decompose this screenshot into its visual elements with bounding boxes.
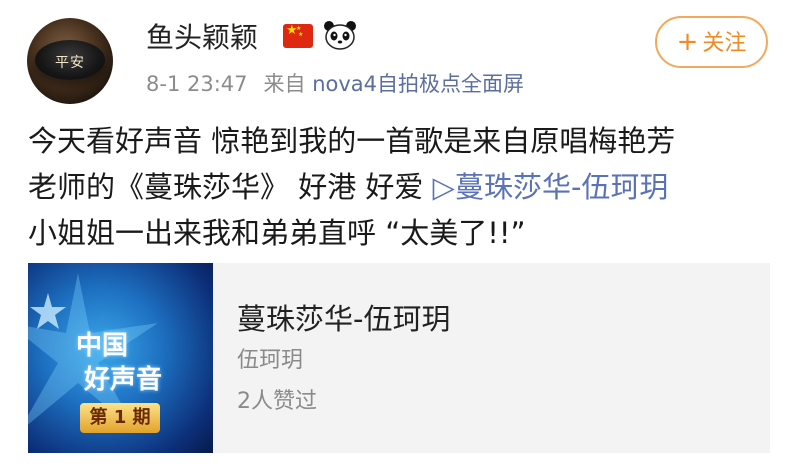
song-link[interactable]: ▷蔓珠莎华-伍珂玥 bbox=[433, 170, 669, 204]
post-line: 今天看好声音 惊艳到我的一首歌是来自原唱梅艳芳 bbox=[28, 124, 676, 158]
source-prefix: 来自 bbox=[263, 72, 306, 96]
song-artist: 伍珂玥 bbox=[237, 348, 304, 373]
panda-icon bbox=[324, 21, 356, 50]
album-cover[interactable]: 中国 好声音 第 1 期 bbox=[28, 263, 213, 453]
cover-logo: 中国 bbox=[76, 331, 129, 361]
post-source[interactable]: nova4自拍极点全面屏 bbox=[312, 72, 524, 96]
post-line-text: 老师的《蔓珠莎华》 好港 好爱 bbox=[28, 170, 433, 204]
post-time: 8-1 23:47 bbox=[146, 72, 248, 96]
song-title[interactable]: 蔓珠莎华-伍珂玥 bbox=[237, 299, 450, 339]
username[interactable]: 鱼头颖颖 bbox=[146, 18, 258, 58]
post-meta: 8-1 23:47 来自 nova4自拍极点全面屏 bbox=[146, 70, 524, 98]
post-line: 小姐姐一出来我和弟弟直呼 “太美了!!” bbox=[28, 216, 526, 250]
post-line: 老师的《蔓珠莎华》 好港 好爱 ▷蔓珠莎华-伍珂玥 bbox=[28, 164, 778, 210]
china-flag-icon: ★ ★ ★ bbox=[283, 23, 313, 48]
cover-issue-badge: 第 1 期 bbox=[80, 403, 160, 433]
avatar-text: 平安 bbox=[55, 55, 85, 71]
music-card[interactable]: 中国 好声音 第 1 期 bbox=[28, 263, 770, 453]
follow-button[interactable]: + 关注 bbox=[655, 16, 768, 68]
post-text: 今天看好声音 惊艳到我的一首歌是来自原唱梅艳芳 老师的《蔓珠莎华》 好港 好爱 … bbox=[28, 118, 778, 256]
flag-star-icon: ★ bbox=[298, 31, 304, 38]
follow-label: 关注 bbox=[702, 31, 747, 56]
cover-logo: 好声音 bbox=[84, 365, 163, 395]
plus-icon: + bbox=[676, 27, 699, 57]
avatar[interactable]: 平安 bbox=[27, 18, 113, 104]
song-likes: 2人赞过 bbox=[237, 389, 317, 414]
